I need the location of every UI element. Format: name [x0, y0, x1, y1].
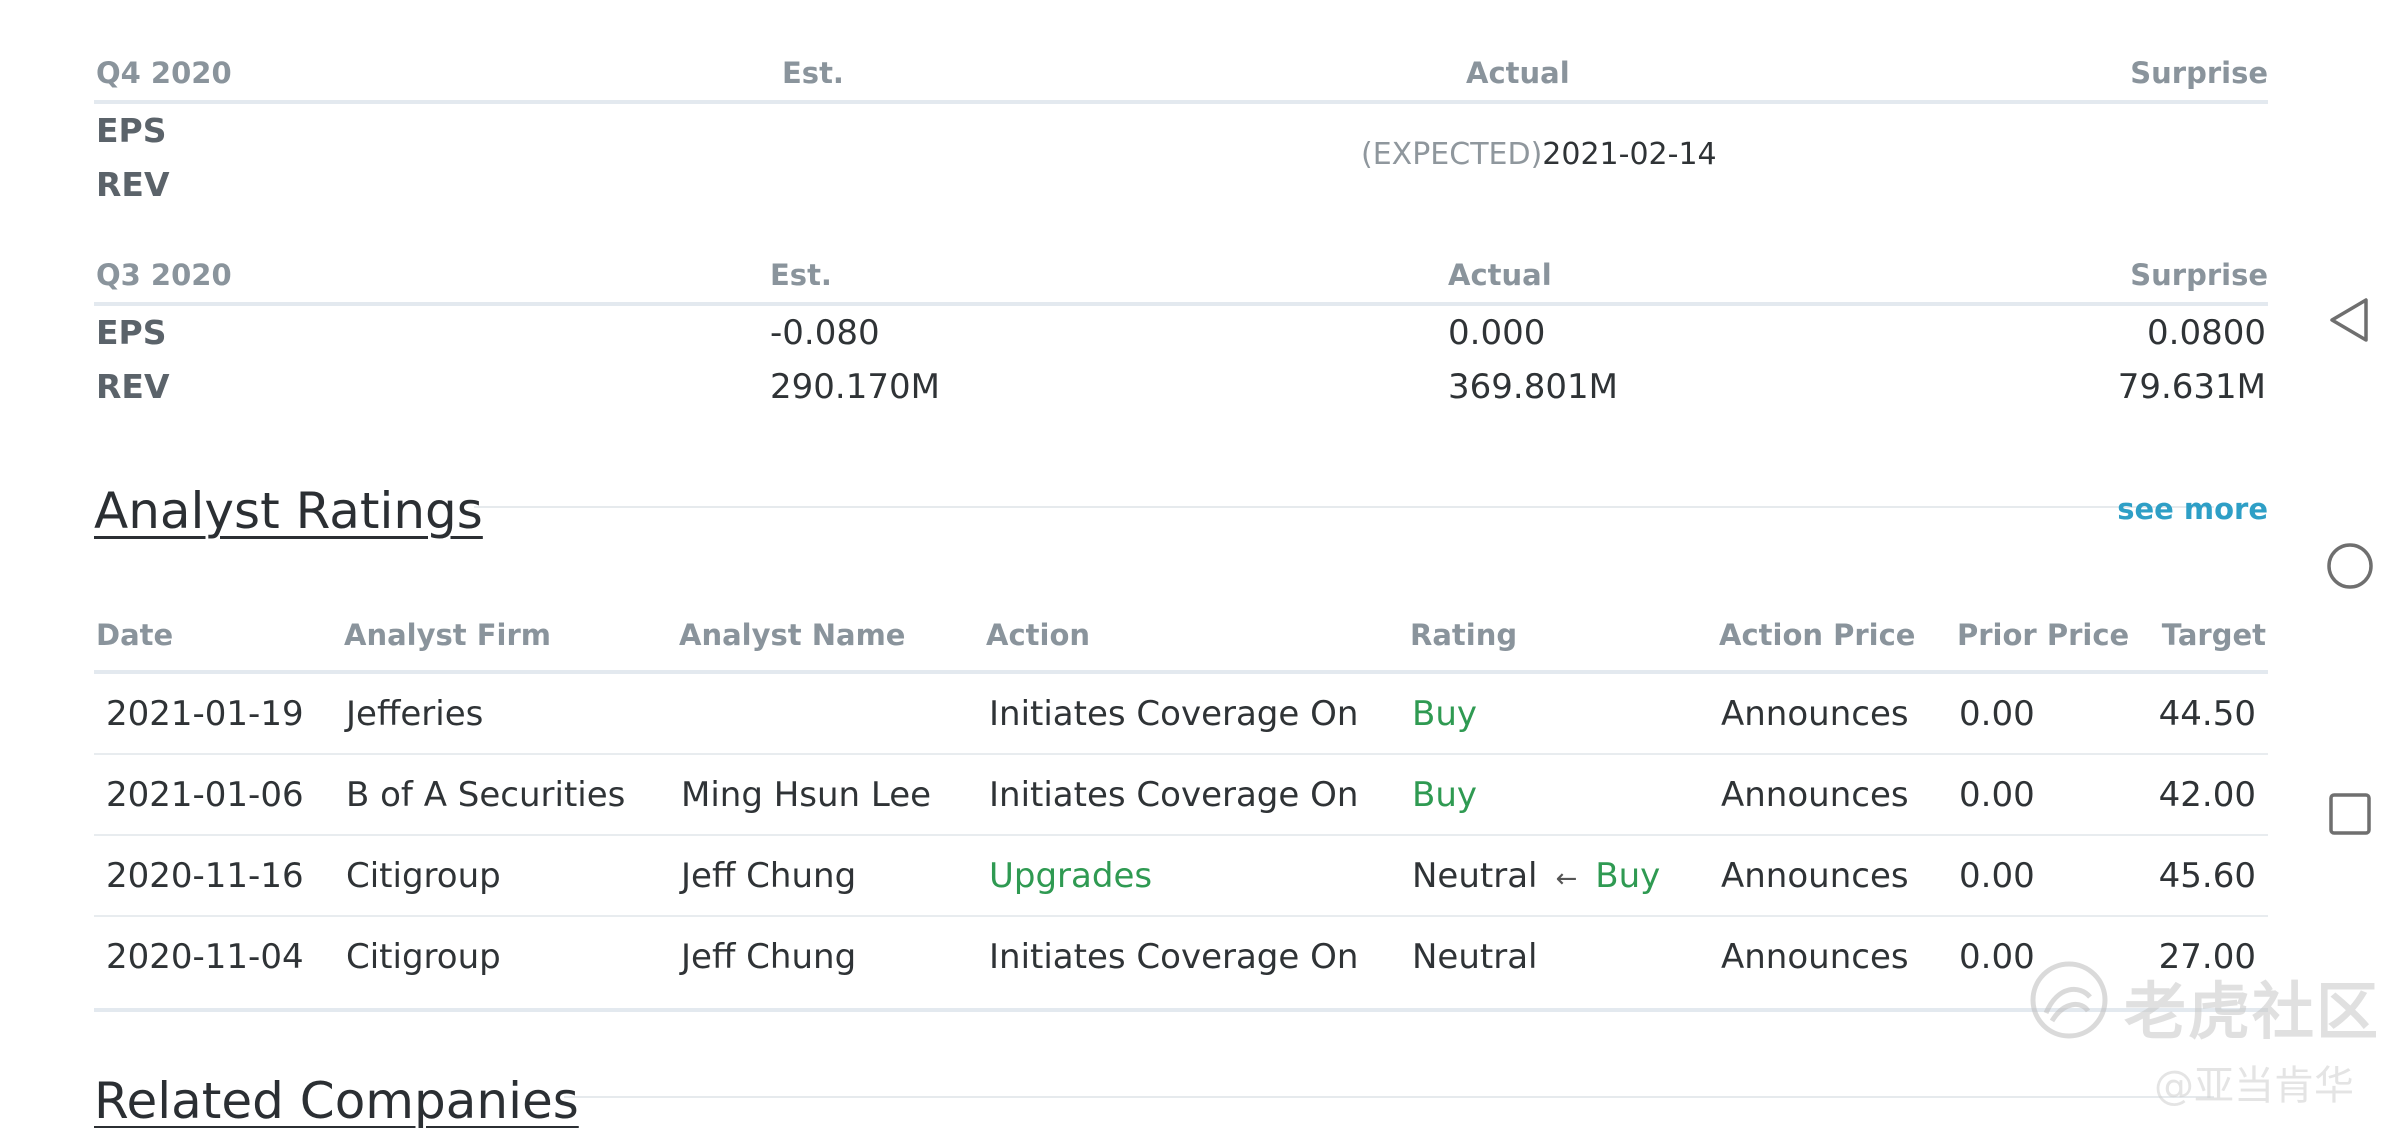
cell-firm: Citigroup — [346, 937, 501, 977]
rev-label: REV — [96, 367, 170, 406]
rev-row: REV — [94, 158, 2268, 212]
quarter-label: Q3 2020 — [96, 258, 232, 292]
expected-date-value: 2021-02-14 — [1542, 137, 1717, 172]
analyst-ratings-title: Analyst Ratings — [94, 482, 483, 540]
cell-firm: Citigroup — [346, 856, 501, 896]
earnings-header: Q4 2020 Est. Actual Surprise — [94, 56, 2268, 104]
eps-label: EPS — [96, 313, 167, 352]
col-action[interactable]: Action — [986, 618, 1090, 652]
related-companies-title: Related Companies — [94, 1072, 579, 1128]
cell-rating: Buy — [1412, 694, 1477, 734]
circle-home-icon[interactable] — [2326, 542, 2374, 590]
eps-row: EPS — [94, 104, 2268, 158]
est-header: Est. — [782, 56, 844, 90]
analyst-ratings-section: Analyst Ratings see more — [94, 482, 2268, 552]
cell-action: Initiates Coverage On — [989, 937, 1359, 977]
rev-row: REV 290.170M 369.801M 79.631M — [94, 360, 2268, 414]
cell-prior-price: 0.00 — [1959, 775, 2035, 815]
eps-actual: 0.000 — [1448, 313, 1546, 353]
rev-actual: 369.801M — [1448, 367, 1618, 407]
rev-label: REV — [96, 165, 170, 204]
cell-target: 42.00 — [2158, 775, 2256, 815]
table-row[interactable]: 2021-01-19 Jefferies Initiates Coverage … — [94, 674, 2268, 755]
cell-target: 45.60 — [2158, 856, 2256, 896]
rev-est: 290.170M — [770, 367, 940, 407]
cell-date: 2020-11-16 — [106, 856, 304, 896]
cell-action: Upgrades — [989, 856, 1153, 896]
eps-surprise: 0.0800 — [2147, 313, 2266, 353]
cell-action-price: Announces — [1721, 856, 1909, 896]
eps-label: EPS — [96, 111, 167, 150]
col-rating[interactable]: Rating — [1410, 618, 1517, 652]
cell-prior-price: 0.00 — [1959, 694, 2035, 734]
col-date[interactable]: Date — [96, 618, 173, 652]
cell-rating-from: Neutral — [1412, 856, 1538, 896]
cell-date: 2021-01-06 — [106, 775, 304, 815]
back-glyph — [2330, 298, 2368, 342]
see-more-link[interactable]: see more — [2117, 492, 2268, 526]
cell-name: Jeff Chung — [681, 856, 857, 896]
cell-name: Jeff Chung — [681, 937, 857, 977]
cell-action: Initiates Coverage On — [989, 775, 1359, 815]
section-divider — [564, 1096, 2214, 1098]
cell-target: 44.50 — [2158, 694, 2256, 734]
rev-surprise: 79.631M — [2117, 367, 2266, 407]
cell-action-price: Announces — [1721, 694, 1909, 734]
quarter-label: Q4 2020 — [96, 56, 232, 90]
col-analyst-firm[interactable]: Analyst Firm — [344, 618, 551, 652]
cell-firm: Jefferies — [346, 694, 484, 734]
analyst-ratings-table: Date Analyst Firm Analyst Name Action Ra… — [94, 600, 2268, 1012]
actual-header: Actual — [1448, 258, 1552, 292]
arrow-left-icon: ← — [1555, 864, 1578, 894]
table-row[interactable]: 2021-01-06 B of A Securities Ming Hsun L… — [94, 755, 2268, 836]
watermark-author: @亚当肯华 — [2154, 1063, 2354, 1109]
triangle-back-icon[interactable] — [2326, 296, 2374, 344]
expected-date: (EXPECTED)2021-02-14 — [1361, 137, 1717, 172]
square-recents-icon[interactable] — [2326, 790, 2374, 838]
related-companies-section: Related Companies — [94, 1072, 2268, 1128]
expected-tag: (EXPECTED) — [1361, 137, 1543, 172]
tiger-logo-icon — [2030, 961, 2108, 1039]
col-action-price[interactable]: Action Price — [1719, 618, 1915, 652]
surprise-header: Surprise — [2130, 258, 2268, 292]
watermark-text: 老虎社区 — [2124, 975, 2381, 1048]
est-header: Est. — [770, 258, 832, 292]
table-row[interactable]: 2020-11-04 Citigroup Jeff Chung Initiate… — [94, 917, 2268, 1012]
table-header: Date Analyst Firm Analyst Name Action Ra… — [94, 600, 2268, 674]
earnings-q3-2020: Q3 2020 Est. Actual Surprise EPS -0.080 … — [94, 258, 2268, 414]
col-target[interactable]: Target — [2162, 618, 2266, 652]
table-row[interactable]: 2020-11-16 Citigroup Jeff Chung Upgrades… — [94, 836, 2268, 917]
actual-header: Actual — [1466, 56, 1570, 90]
cell-rating: Buy — [1595, 856, 1661, 896]
section-divider — [474, 506, 2214, 508]
cell-action-price: Announces — [1721, 775, 1909, 815]
col-prior-price[interactable]: Prior Price — [1957, 618, 2129, 652]
cell-prior-price: 0.00 — [1959, 856, 2035, 896]
eps-row: EPS -0.080 0.000 0.0800 — [94, 306, 2268, 360]
col-analyst-name[interactable]: Analyst Name — [679, 618, 905, 652]
cell-rating: Buy — [1412, 775, 1477, 815]
page: Q4 2020 Est. Actual Surprise EPS REV (EX… — [0, 0, 2400, 1128]
cell-action-price: Announces — [1721, 937, 1909, 977]
cell-rating: Neutral — [1412, 937, 1538, 977]
eps-est: -0.080 — [770, 313, 880, 353]
earnings-q4-2020: Q4 2020 Est. Actual Surprise EPS REV — [94, 56, 2268, 212]
surprise-header: Surprise — [2130, 56, 2268, 90]
cell-name: Ming Hsun Lee — [681, 775, 932, 815]
cell-firm: B of A Securities — [346, 775, 626, 815]
cell-action: Initiates Coverage On — [989, 694, 1359, 734]
watermark: 老虎社区 @亚当肯华 — [2024, 955, 2378, 1115]
recents-glyph — [2329, 793, 2371, 835]
cell-date: 2020-11-04 — [106, 937, 304, 977]
cell-rating-change: Neutral ← Buy — [1412, 856, 1660, 896]
home-glyph — [2327, 543, 2373, 589]
earnings-header: Q3 2020 Est. Actual Surprise — [94, 258, 2268, 306]
cell-date: 2021-01-19 — [106, 694, 304, 734]
